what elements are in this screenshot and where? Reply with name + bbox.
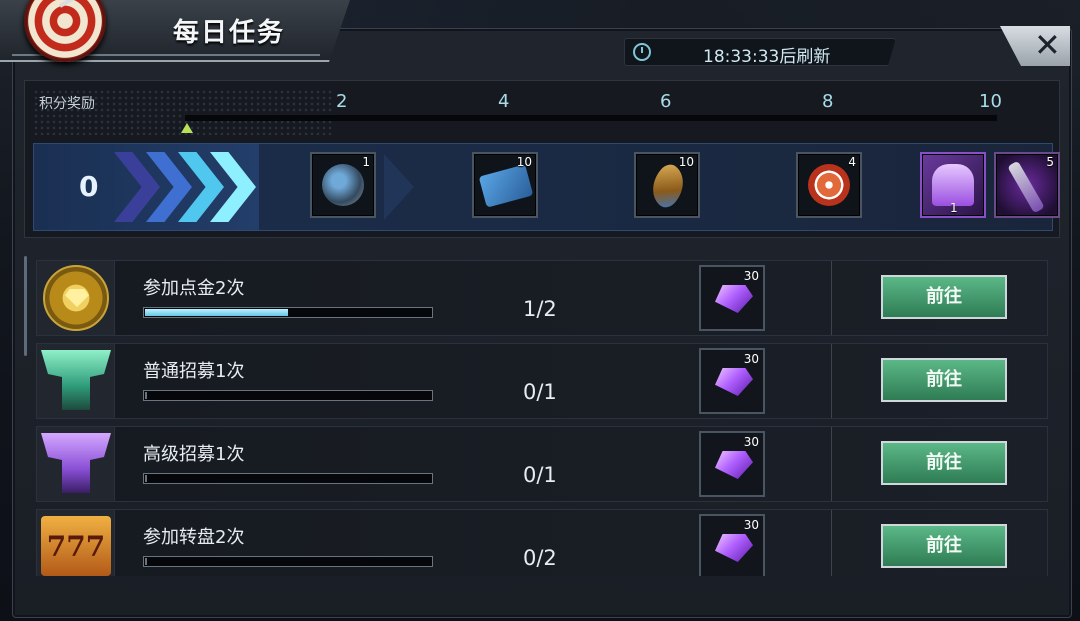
reward-qty: 4 <box>848 155 856 169</box>
task-name: 参加点金2次 <box>143 278 245 299</box>
chevron-icon <box>114 152 160 222</box>
reward-item-coin[interactable]: 1 <box>310 152 376 218</box>
reward-item-chip[interactable]: 4 <box>796 152 862 218</box>
divider <box>831 427 832 501</box>
task-progress-fill <box>145 558 147 565</box>
page-title: 每日任务 <box>173 18 286 48</box>
arrow-decor <box>384 154 414 220</box>
divider <box>831 261 832 335</box>
points-reward-area: 积分奖励 2 4 6 8 10 0 1 10 10 4 1 5 <box>24 80 1060 238</box>
scrollbar[interactable] <box>24 256 27 356</box>
task-icon-cell: 777 <box>37 510 115 576</box>
reward-qty: 30 <box>743 518 759 532</box>
task-row: 普通招募1次 0/1 30 前往 <box>36 343 1048 419</box>
hammer-icon <box>1007 160 1045 214</box>
reward-qty: 10 <box>678 155 694 169</box>
task-progress-bar <box>143 307 433 318</box>
divider <box>831 510 832 576</box>
reward-item-ticket[interactable]: 10 <box>472 152 538 218</box>
purple-gem-icon <box>715 534 753 562</box>
score-box: 0 <box>34 144 259 230</box>
task-progress-bar <box>143 473 433 484</box>
divider <box>831 344 832 418</box>
go-button[interactable]: 前往 <box>881 275 1007 319</box>
task-count: 1/2 <box>523 297 557 321</box>
task-row: 高级招募1次 0/1 30 前往 <box>36 426 1048 502</box>
task-progress-bar <box>143 556 433 567</box>
milestone-8: 8 <box>822 91 834 112</box>
purple-gem-icon <box>715 285 753 313</box>
task-progress-fill <box>145 309 288 316</box>
reward-qty: 30 <box>743 435 759 449</box>
task-icon-cell <box>37 344 115 418</box>
purple-avatar-icon <box>932 164 974 206</box>
task-count: 0/1 <box>523 463 557 487</box>
points-progress-track <box>185 115 997 121</box>
task-row: 参加点金2次 1/2 30 前往 <box>36 260 1048 336</box>
reward-strip: 0 1 10 10 4 1 5 <box>33 143 1060 231</box>
task-reward[interactable]: 30 <box>699 514 765 576</box>
task-reward[interactable]: 30 <box>699 431 765 497</box>
task-icon-cell <box>37 261 115 335</box>
task-reward[interactable]: 30 <box>699 265 765 331</box>
stopwatch-icon <box>633 43 651 61</box>
coin-icon <box>322 164 364 206</box>
milestone-2: 2 <box>336 91 348 112</box>
current-points: 0 <box>79 170 99 203</box>
go-button[interactable]: 前往 <box>881 524 1007 568</box>
ticket-icon <box>478 164 534 208</box>
task-count: 0/1 <box>523 380 557 404</box>
task-progress-fill <box>145 475 147 482</box>
purple-recruit-icon <box>41 433 111 493</box>
task-name: 高级招募1次 <box>143 444 245 465</box>
task-name: 参加转盘2次 <box>143 527 245 548</box>
go-button[interactable]: 前往 <box>881 441 1007 485</box>
progress-marker-icon <box>181 123 193 133</box>
green-recruit-icon <box>41 350 111 410</box>
refresh-timer: 18:33:33后刷新 <box>624 38 896 66</box>
chip-icon <box>808 164 850 206</box>
reward-qty: 30 <box>743 269 759 283</box>
task-progress-fill <box>145 392 147 399</box>
go-button[interactable]: 前往 <box>881 358 1007 402</box>
task-count: 0/2 <box>523 546 557 570</box>
milestone-6: 6 <box>660 91 672 112</box>
task-row: 777 参加转盘2次 0/2 30 前往 <box>36 509 1048 576</box>
reward-item-bullet[interactable]: 10 <box>634 152 700 218</box>
reward-qty: 1 <box>950 201 958 215</box>
task-list[interactable]: 参加点金2次 1/2 30 前往 普通招募1次 0/1 30 前往 高级招募1次… <box>24 246 1060 576</box>
close-icon: ✕ <box>1034 26 1061 64</box>
reward-item-avatar[interactable]: 1 <box>920 152 986 218</box>
slot-777-icon: 777 <box>41 516 111 576</box>
reward-qty: 5 <box>1046 155 1054 169</box>
task-name: 普通招募1次 <box>143 361 245 382</box>
task-icon-cell <box>37 427 115 501</box>
gold-diamond-icon <box>43 265 109 331</box>
task-reward[interactable]: 30 <box>699 348 765 414</box>
purple-gem-icon <box>715 368 753 396</box>
timer-text: 18:33:33后刷新 <box>703 47 831 67</box>
reward-qty: 1 <box>362 155 370 169</box>
task-progress-bar <box>143 390 433 401</box>
purple-gem-icon <box>715 451 753 479</box>
milestone-4: 4 <box>498 91 510 112</box>
reward-qty: 10 <box>516 155 532 169</box>
reward-item-hammer[interactable]: 5 <box>994 152 1060 218</box>
milestone-10: 10 <box>979 91 1002 112</box>
reward-qty: 30 <box>743 352 759 366</box>
points-reward-label: 积分奖励 <box>39 96 95 112</box>
